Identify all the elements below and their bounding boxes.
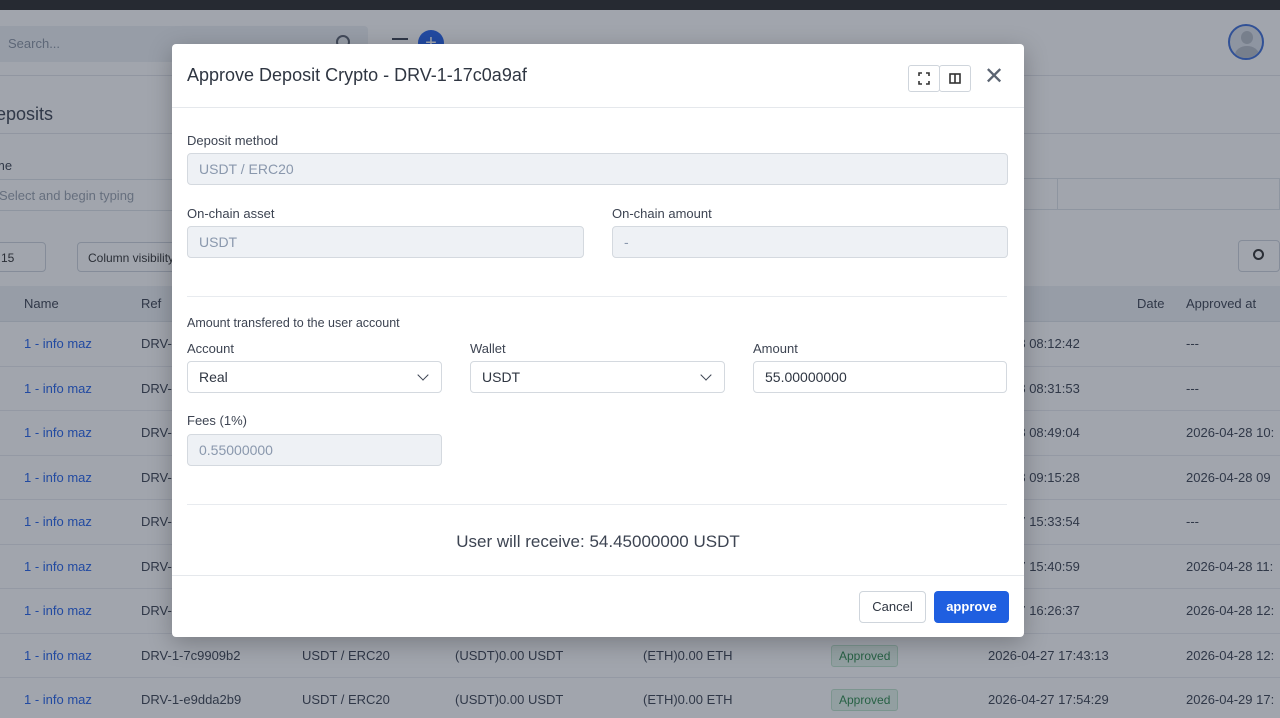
fullscreen-button[interactable] xyxy=(908,65,940,92)
modal-title: Approve Deposit Crypto - DRV-1-17c0a9af xyxy=(187,65,527,85)
columns-icon xyxy=(949,73,961,84)
deposit-method-label: Deposit method xyxy=(187,133,279,148)
fees-field: 0.55000000 xyxy=(187,434,442,466)
amount-label: Amount xyxy=(753,341,798,356)
divider xyxy=(187,504,1007,505)
account-select[interactable]: Real xyxy=(187,361,442,393)
modal-header: Approve Deposit Crypto - DRV-1-17c0a9af … xyxy=(172,44,1024,108)
expand-icon xyxy=(918,72,930,85)
receive-summary: User will receive: 54.45000000 USDT xyxy=(456,532,740,551)
account-value: Real xyxy=(199,369,228,385)
modal-footer: Cancel approve xyxy=(172,575,1024,637)
wallet-value: USDT xyxy=(482,369,521,385)
fees-label: Fees (1%) xyxy=(187,413,247,428)
wallet-select[interactable]: USDT xyxy=(470,361,725,393)
approve-button[interactable]: approve xyxy=(934,591,1009,623)
chevron-down-icon xyxy=(700,369,712,381)
section-label: Amount transfered to the user account xyxy=(187,316,400,330)
onchain-amount-label: On-chain amount xyxy=(612,206,712,221)
cancel-button[interactable]: Cancel xyxy=(859,591,926,623)
amount-input[interactable]: 55.00000000 xyxy=(753,361,1007,393)
deposit-method-field: USDT / ERC20 xyxy=(187,153,1008,185)
onchain-asset-label: On-chain asset xyxy=(187,206,275,221)
close-icon[interactable]: ✕ xyxy=(984,65,1004,89)
split-view-button[interactable] xyxy=(939,65,971,92)
divider xyxy=(187,296,1007,297)
onchain-asset-field: USDT xyxy=(187,226,584,258)
onchain-amount-field: - xyxy=(612,226,1008,258)
chevron-down-icon xyxy=(417,369,429,381)
wallet-label: Wallet xyxy=(470,341,506,356)
approve-deposit-modal: Approve Deposit Crypto - DRV-1-17c0a9af … xyxy=(172,44,1024,637)
account-label: Account xyxy=(187,341,234,356)
